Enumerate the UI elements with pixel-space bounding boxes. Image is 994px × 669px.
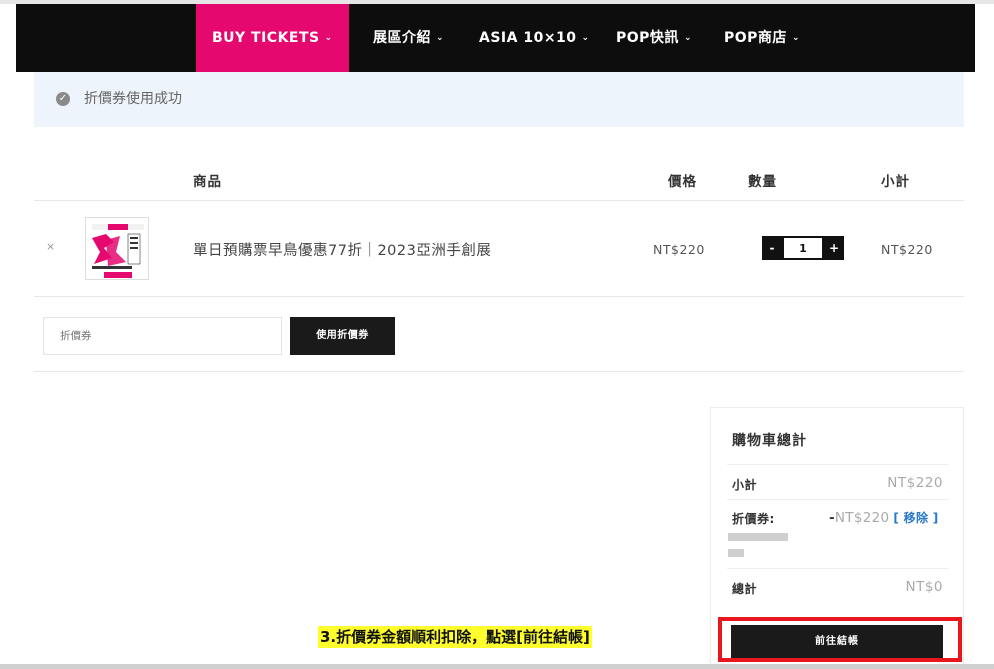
check-circle-icon: ✓ bbox=[56, 92, 70, 106]
nav-asia[interactable]: ASIA 10×10 ⌄ bbox=[479, 4, 590, 72]
chevron-down-icon: ⌄ bbox=[436, 33, 445, 43]
remove-coupon-link[interactable]: [ 移除 ] bbox=[893, 511, 938, 525]
header-quantity: 數量 bbox=[748, 174, 777, 190]
top-navbar: BUY TICKETS ⌄ 展區介紹 ⌄ ASIA 10×10 ⌄ POP快訊 ⌄ PO… bbox=[16, 4, 975, 72]
nav-label: BUY TICKETS bbox=[212, 30, 320, 46]
quantity-increase-button[interactable]: + bbox=[824, 236, 844, 260]
product-price: NT$220 bbox=[653, 242, 705, 257]
product-name-link[interactable]: 單日預購票早鳥優惠77折｜2023亞洲手創展 bbox=[193, 239, 491, 260]
divider bbox=[727, 499, 949, 500]
nav-label: ASIA 10×10 bbox=[479, 30, 577, 46]
cart-totals-title: 購物車總計 bbox=[732, 433, 807, 449]
chevron-down-icon: ⌄ bbox=[683, 33, 692, 43]
chevron-down-icon: ⌄ bbox=[324, 33, 333, 43]
nav-exhibition[interactable]: 展區介紹 ⌄ bbox=[373, 4, 444, 72]
quantity-decrease-button[interactable]: - bbox=[762, 236, 782, 260]
divider bbox=[34, 371, 964, 372]
coupon-success-notice: ✓ 折價券使用成功 bbox=[34, 72, 964, 127]
coupon-discount: -NT$220[ 移除 ] bbox=[829, 509, 939, 526]
divider bbox=[34, 296, 964, 297]
coupon-label: 折價券: bbox=[732, 512, 775, 526]
row-subtotal: NT$220 bbox=[881, 242, 933, 257]
redacted-coupon-code bbox=[728, 549, 744, 557]
apply-coupon-button[interactable]: 使用折價券 bbox=[290, 317, 395, 355]
window-frame-bottom bbox=[0, 664, 994, 669]
divider bbox=[727, 568, 949, 569]
subtotal-label: 小計 bbox=[732, 478, 758, 492]
header-product: 商品 bbox=[193, 174, 222, 190]
nav-buy-tickets[interactable]: BUY TICKETS ⌄ bbox=[196, 4, 349, 72]
coupon-code-input[interactable] bbox=[43, 317, 282, 355]
subtotal-value: NT$220 bbox=[887, 475, 943, 491]
nav-label: POP商店 bbox=[724, 30, 787, 46]
header-subtotal: 小計 bbox=[881, 174, 910, 190]
remove-item-icon[interactable]: × bbox=[46, 240, 55, 253]
total-label: 總計 bbox=[732, 582, 758, 596]
divider bbox=[727, 464, 949, 465]
product-thumbnail[interactable] bbox=[85, 217, 149, 280]
nav-label: 展區介紹 bbox=[373, 30, 431, 46]
nav-pop-news[interactable]: POP快訊 ⌄ bbox=[616, 4, 692, 72]
total-value: NT$0 bbox=[905, 579, 943, 595]
divider bbox=[34, 200, 964, 201]
coupon-discount-value: NT$220 bbox=[834, 510, 890, 526]
nav-pop-shop[interactable]: POP商店 ⌄ bbox=[724, 4, 800, 72]
nav-label: POP快訊 bbox=[616, 30, 679, 46]
instruction-annotation: 3.折價券金額順利扣除，點選[前往結帳] bbox=[318, 626, 592, 648]
redacted-coupon-code bbox=[728, 533, 788, 541]
quantity-input[interactable] bbox=[784, 238, 822, 258]
notice-text: 折價券使用成功 bbox=[84, 91, 182, 107]
quantity-stepper: - + bbox=[762, 236, 844, 260]
annotation-highlight-box bbox=[718, 617, 962, 662]
header-price: 價格 bbox=[668, 174, 697, 190]
chevron-down-icon: ⌄ bbox=[791, 33, 800, 43]
chevron-down-icon: ⌄ bbox=[581, 33, 590, 43]
